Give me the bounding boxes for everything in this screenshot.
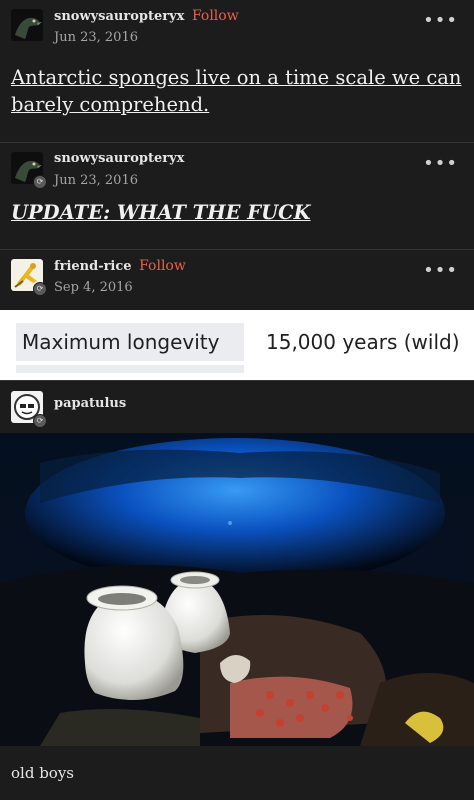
post-friend-rice: ⟳ friend-rice Follow Sep 4, 2016 ••• Max… xyxy=(0,250,474,380)
username-line: snowysauropteryx Follow xyxy=(54,8,239,24)
post-papatulus: ⟳ papatulus old boys xyxy=(0,381,474,800)
avatar[interactable] xyxy=(11,9,43,41)
username[interactable]: friend-rice xyxy=(54,259,132,274)
post-date: Sep 4, 2016 xyxy=(54,280,133,295)
post-body: UPDATE: WHAT THE FUCK xyxy=(11,201,311,224)
post-header: ⟳ papatulus xyxy=(0,381,474,433)
table-value: 15,000 years (wild) xyxy=(266,330,460,354)
post-snowysauropteryx-1: snowysauropteryx Follow Jun 23, 2016 •••… xyxy=(0,0,474,142)
username[interactable]: snowysauropteryx xyxy=(54,9,184,24)
post-date: Jun 23, 2016 xyxy=(54,173,138,188)
more-dots-icon[interactable]: ••• xyxy=(423,260,458,281)
follow-button[interactable]: Follow xyxy=(139,258,186,274)
more-dots-icon[interactable]: ••• xyxy=(423,10,458,31)
reblog-icon: ⟳ xyxy=(33,414,47,428)
post-body: Antarctic sponges live on a time scale w… xyxy=(11,66,462,116)
table-label: Maximum longevity xyxy=(16,323,244,361)
more-dots-icon[interactable]: ••• xyxy=(423,153,458,174)
username[interactable]: papatulus xyxy=(54,396,126,411)
follow-button[interactable]: Follow xyxy=(192,8,239,24)
post-snowysauropteryx-2: ⟳ snowysauropteryx Jun 23, 2016 ••• UPDA… xyxy=(0,143,474,249)
post-header: ⟳ friend-rice Follow Sep 4, 2016 ••• xyxy=(0,250,474,308)
username-line: papatulus xyxy=(54,396,126,411)
longevity-table-image: Maximum longevity 15,000 years (wild) xyxy=(0,310,474,380)
username-line: friend-rice Follow xyxy=(54,258,186,274)
table-row-edge xyxy=(16,365,244,373)
post-header: ⟳ snowysauropteryx Jun 23, 2016 ••• xyxy=(0,143,474,201)
post-header: snowysauropteryx Follow Jun 23, 2016 ••• xyxy=(0,0,474,58)
username[interactable]: snowysauropteryx xyxy=(54,151,184,166)
post-date: Jun 23, 2016 xyxy=(54,30,138,45)
username-line: snowysauropteryx xyxy=(54,151,184,166)
reblog-icon: ⟳ xyxy=(33,282,47,296)
sponge-photo xyxy=(0,433,474,746)
reblog-icon: ⟳ xyxy=(33,175,47,189)
post-caption: old boys xyxy=(11,764,75,782)
